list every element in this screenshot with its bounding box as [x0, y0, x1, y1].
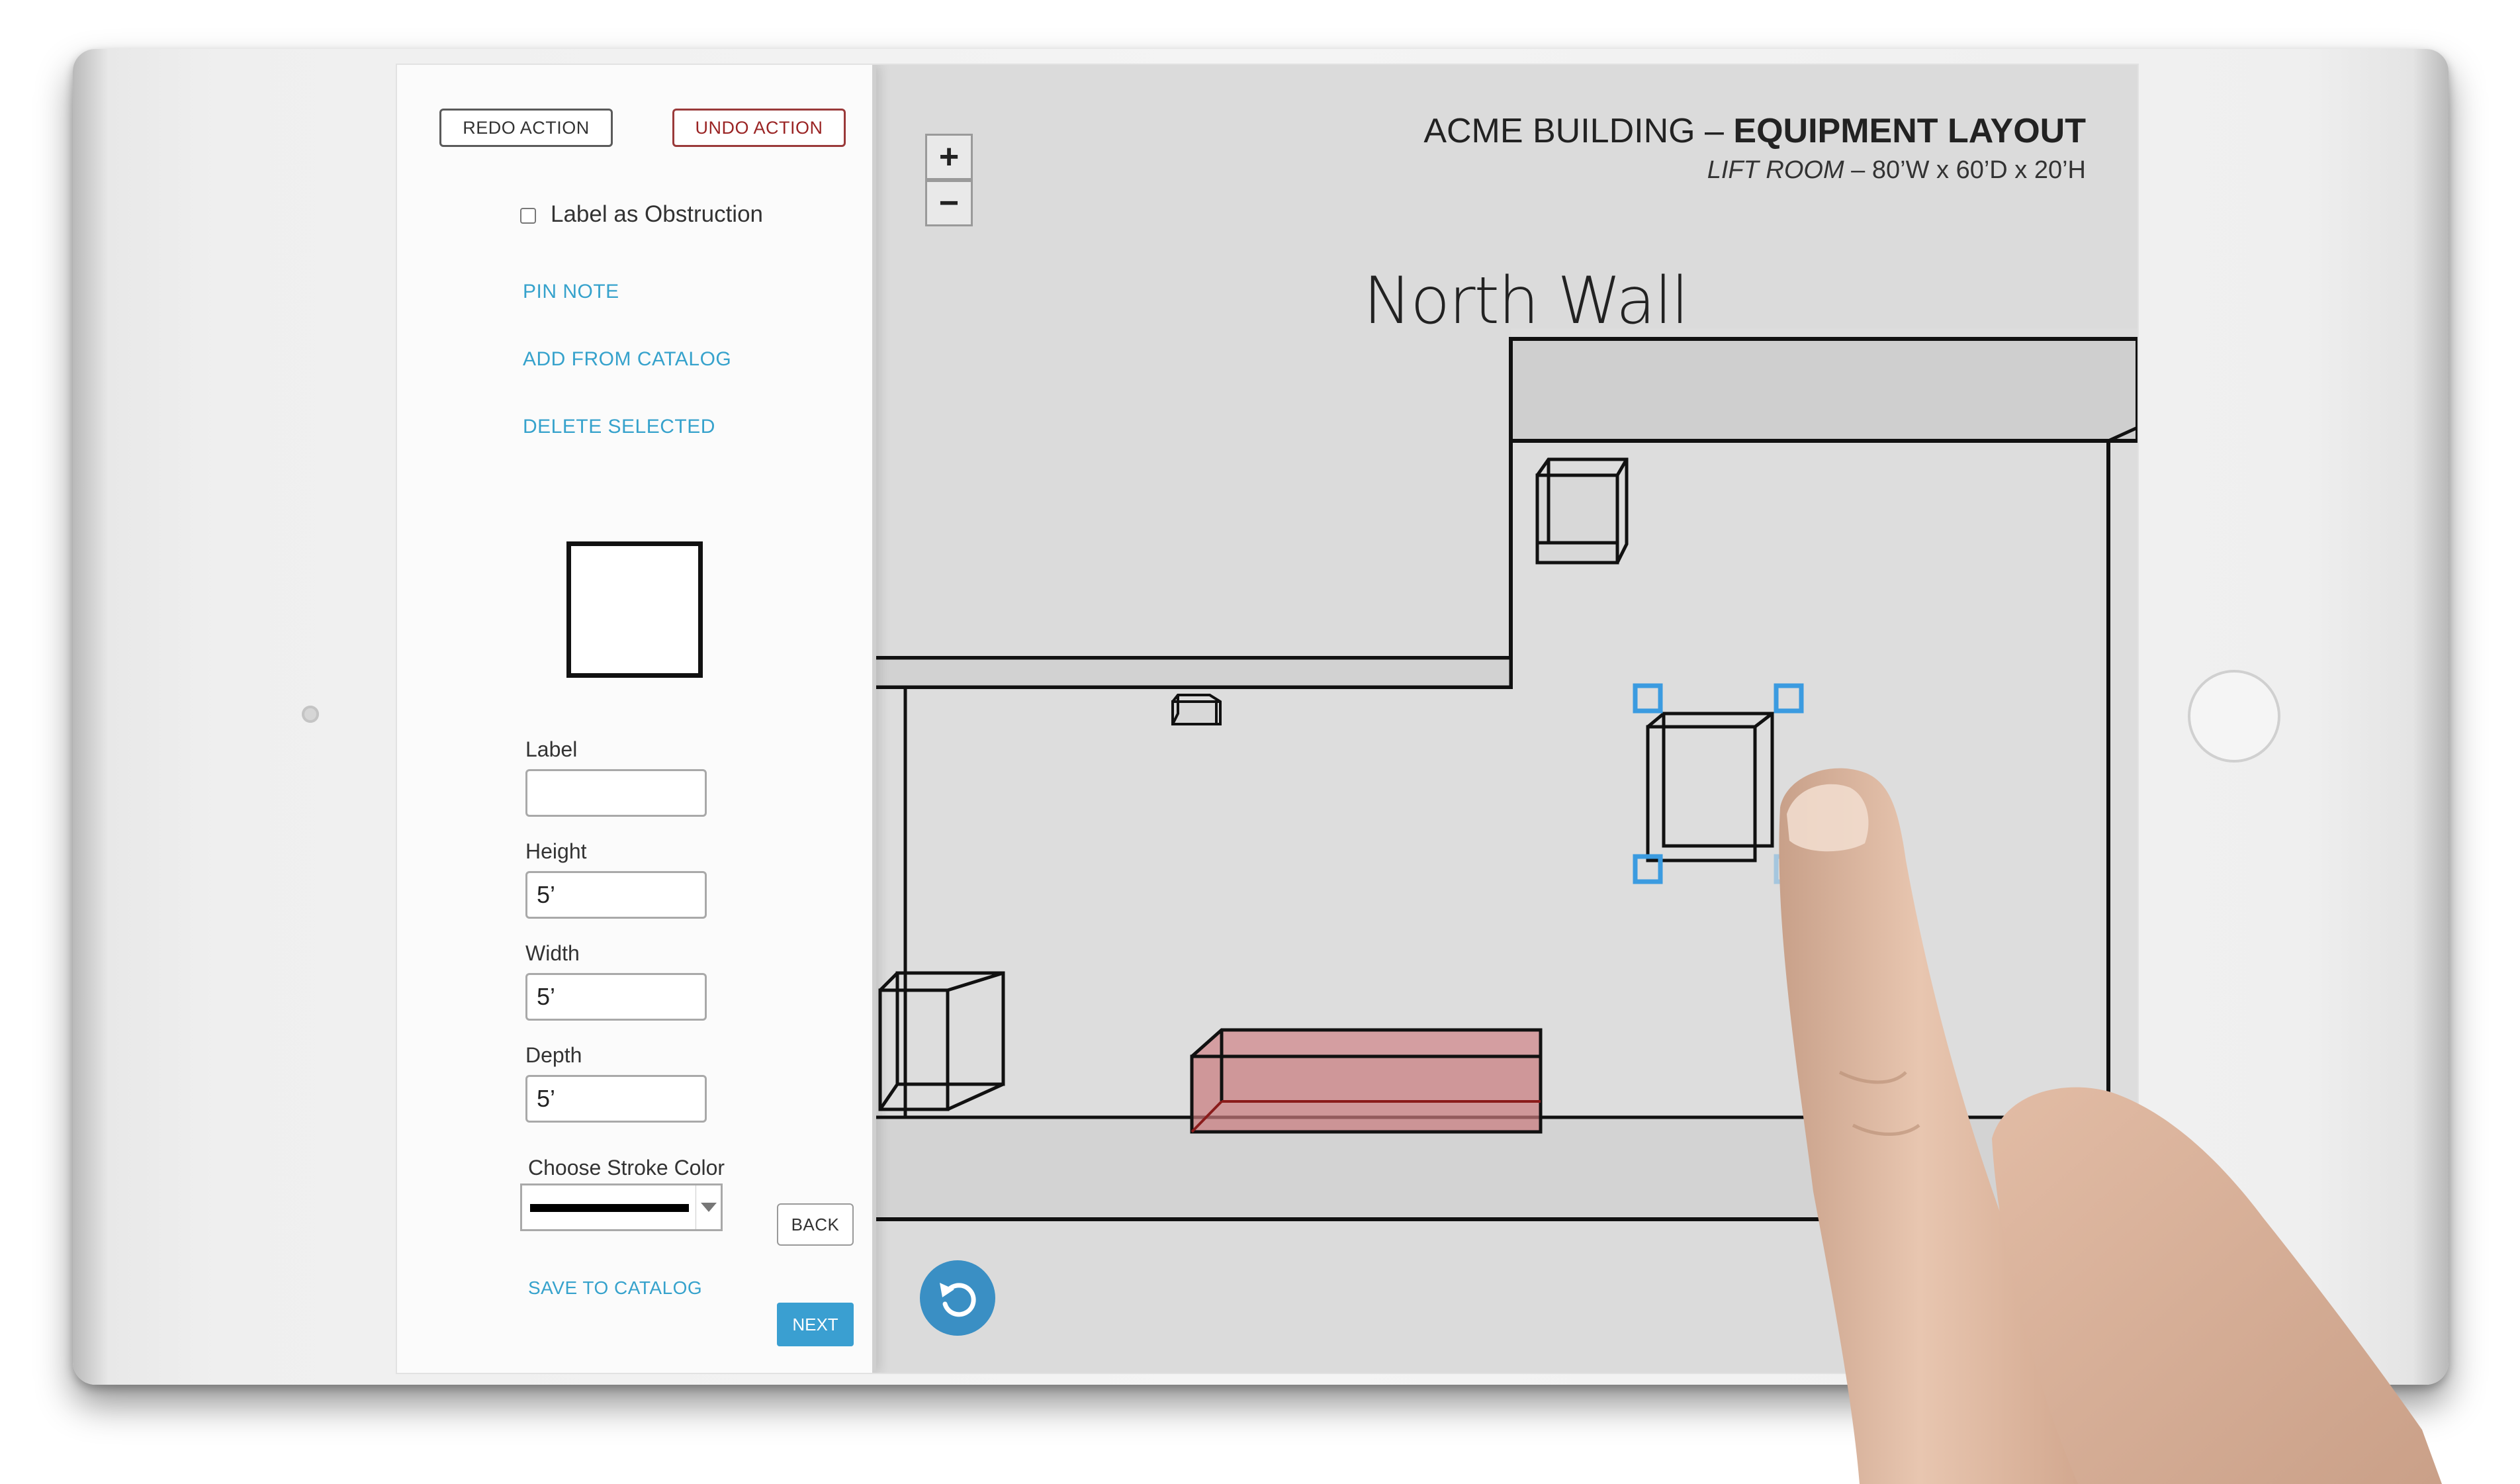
next-button[interactable]: NEXT	[777, 1303, 854, 1346]
height-input[interactable]: 5’	[525, 871, 707, 919]
label-input[interactable]	[525, 769, 707, 817]
pin-note-link[interactable]: PIN NOTE	[523, 281, 619, 303]
back-button[interactable]: BACK	[777, 1203, 854, 1246]
hand-overlay	[1779, 768, 2442, 1484]
save-to-catalog-link[interactable]: SAVE TO CATALOG	[528, 1277, 702, 1299]
pointing-hand-icon	[1779, 768, 2442, 1484]
label-field-label: Label	[525, 737, 578, 761]
depth-input[interactable]: 5’	[525, 1075, 707, 1123]
add-from-catalog-link[interactable]: ADD FROM CATALOG	[523, 348, 731, 371]
shape-preview	[566, 541, 703, 678]
undo-action-button[interactable]: UNDO ACTION	[672, 109, 846, 147]
redo-action-button[interactable]: REDO ACTION	[439, 109, 613, 147]
width-field-label: Width	[525, 941, 580, 965]
chevron-down-icon	[701, 1203, 717, 1212]
stroke-color-swatch	[530, 1204, 689, 1212]
delete-selected-link[interactable]: DELETE SELECTED	[523, 416, 715, 438]
height-field-label: Height	[525, 839, 587, 863]
obstruction-checkbox[interactable]	[520, 208, 536, 224]
editor-side-panel: REDO ACTION UNDO ACTION Label as Obstruc…	[397, 65, 876, 1373]
stroke-color-select[interactable]	[520, 1183, 723, 1231]
obstruction-checkbox-label: Label as Obstruction	[551, 201, 764, 227]
stroke-color-label: Choose Stroke Color	[528, 1156, 725, 1180]
depth-field-label: Depth	[525, 1043, 582, 1067]
width-input[interactable]: 5’	[525, 973, 707, 1021]
